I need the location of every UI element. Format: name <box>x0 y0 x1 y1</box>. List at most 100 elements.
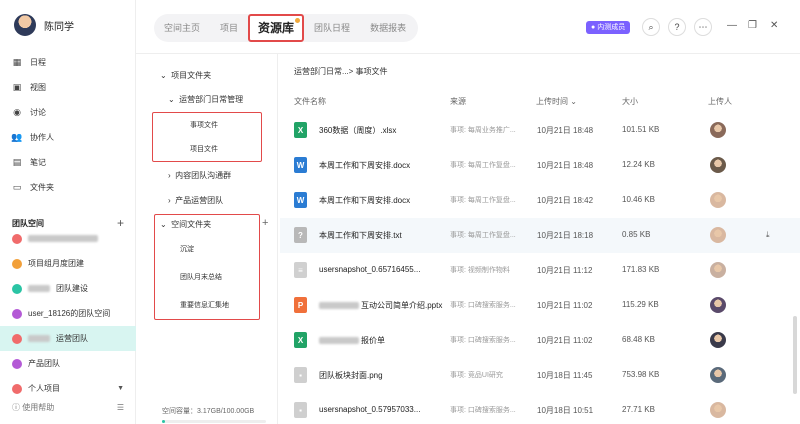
help-circle-icon[interactable]: ? <box>668 18 686 36</box>
file-name[interactable]: 360数据（周度）.xlsx <box>319 125 396 136</box>
file-name[interactable]: 本周工作和下周安排.docx <box>319 160 410 171</box>
file-source[interactable]: 事项: 每周工作复盘... <box>450 195 530 205</box>
tab-3[interactable]: 团队日程 <box>304 14 360 42</box>
sidebar-item-3[interactable]: 👥 协作人 <box>0 125 136 150</box>
file-name[interactable]: usersnapshot_0.65716455... <box>319 265 420 274</box>
search-icon[interactable]: ⌕ <box>642 18 660 36</box>
storage-bar-fill <box>162 420 166 423</box>
redacted-text <box>319 302 359 310</box>
file-upload-time: 10月21日 18:48 <box>537 126 594 135</box>
tab-4[interactable]: 数据报表 <box>360 14 416 42</box>
file-upload-time: 10月21日 18:48 <box>537 161 594 170</box>
file-table: X 360数据（周度）.xlsx 事项: 每周业务推广... 10月21日 18:48… <box>280 113 800 424</box>
table-row[interactable]: W 本周工作和下周安排.docx 事项: 每周工作复盘... 10月21日 18:42… <box>280 183 800 218</box>
team-icon <box>12 283 22 294</box>
team-item[interactable]: 个人项目 ▼ <box>0 376 136 401</box>
file-name[interactable]: 本周工作和下周安排.docx <box>319 195 410 206</box>
redacted-text <box>28 235 98 242</box>
tree-label: 运营部门日常管理 <box>179 95 244 104</box>
team-item[interactable]: 产品团队 <box>0 351 136 376</box>
uploader-avatar <box>710 402 726 418</box>
add-folder-button[interactable]: + <box>262 217 268 229</box>
tree-matter-files[interactable]: 事项文件 <box>190 120 218 130</box>
file-name-label: 团队板块封面.png <box>319 371 383 380</box>
sidebar-item-2[interactable]: ◉ 讨论 <box>0 100 136 125</box>
file-pptx-icon: P <box>294 297 307 313</box>
col-upload-time[interactable]: 上传时间 ⌄ <box>536 96 577 107</box>
file-name[interactable]: 报价单 <box>319 335 385 346</box>
beta-member-badge[interactable]: ● 内测成员 <box>586 21 631 34</box>
tab-1[interactable]: 项目 <box>210 14 248 42</box>
uploader-avatar <box>710 262 726 278</box>
storage-capacity: 空间容量：3.17GB/100.00GB <box>162 408 255 415</box>
team-item[interactable]: 运营团队 <box>0 326 136 351</box>
minimize-icon[interactable]: — <box>727 20 737 31</box>
file-size: 171.83 KB <box>622 265 660 274</box>
tab-0[interactable]: 空间主页 <box>154 14 210 42</box>
file-name[interactable]: 本周工作和下周安排.txt <box>319 230 402 241</box>
file-name[interactable]: 团队板块封面.png <box>319 370 383 381</box>
user-profile[interactable]: 陈同学 <box>14 14 74 36</box>
download-icon[interactable]: ⤓ <box>766 230 770 240</box>
table-row[interactable]: W 本周工作和下周安排.docx 事项: 每周工作复盘... 10月21日 18:48… <box>280 148 800 183</box>
more-icon[interactable]: ⋯ <box>694 18 712 36</box>
table-row[interactable]: X 报价单 事项: 口碑搜索服务... 10月21日 11:02 68.48 KB <box>280 323 800 358</box>
file-source[interactable]: 事项: 口碑搜索服务... <box>450 300 530 310</box>
help-link[interactable]: ⓘ 使用帮助 <box>12 402 54 413</box>
sidebar-item-0[interactable]: ▦ 日程 <box>0 50 136 75</box>
file-upload-time: 10月21日 18:42 <box>537 196 594 205</box>
file-name[interactable]: 互动公司简单介绍.pptx <box>319 300 442 311</box>
file-name[interactable]: usersnapshot_0.57957033... <box>319 405 420 414</box>
file-upload-time: 10月21日 11:12 <box>537 266 593 275</box>
close-icon[interactable]: ✕ <box>770 20 778 31</box>
file-source[interactable]: 事项: 每周业务推广... <box>450 125 530 135</box>
team-item[interactable] <box>0 226 136 251</box>
menu-icon[interactable]: ☰ <box>117 403 124 412</box>
sidebar-item-5[interactable]: ▭ 文件夹 <box>0 175 136 200</box>
tree-project-files[interactable]: 项目文件 <box>190 144 218 154</box>
file-source[interactable]: 事项: 视频制作物料 <box>450 265 530 275</box>
file-source[interactable]: 事项: 口碑搜索服务... <box>450 335 530 345</box>
tab-bar: 空间主页 项目 资源库 团队日程 数据报表 <box>154 14 418 42</box>
avatar[interactable] <box>14 14 36 36</box>
sidebar-item-label: 视图 <box>30 83 46 92</box>
table-row[interactable]: ? 本周工作和下周安排.txt 事项: 每周工作复盘... 10月21日 18:18 0… <box>280 218 800 253</box>
file-source[interactable]: 事项: 每周工作复盘... <box>450 230 530 240</box>
team-item-label: 项目组月度团建 <box>28 259 84 268</box>
scrollbar[interactable] <box>793 316 797 394</box>
team-item[interactable]: user_18126的团队空间 <box>0 301 136 326</box>
sidebar-item-label: 日程 <box>30 58 46 67</box>
tree-precipitation[interactable]: 沉淀 <box>180 244 194 254</box>
file-source[interactable]: 事项: 竞品UI研究 <box>450 370 530 380</box>
breadcrumb[interactable]: 运营部门日常...> 事项文件 <box>294 66 388 77</box>
tree-label: 产品运营团队 <box>175 196 224 205</box>
table-row[interactable]: X 360数据（周度）.xlsx 事项: 每周业务推广... 10月21日 18:48… <box>280 113 800 148</box>
tree-space-folder[interactable]: ⌄ 空间文件夹 <box>160 219 211 230</box>
user-name: 陈同学 <box>44 21 74 33</box>
tab-2[interactable]: 资源库 <box>248 14 305 42</box>
file-upload-time: 10月21日 11:02 <box>537 301 593 310</box>
tree-content-group[interactable]: › 内容团队沟通群 <box>168 170 231 181</box>
caret-down-icon[interactable]: ▼ <box>117 385 124 392</box>
sidebar-item-4[interactable]: ▤ 笔记 <box>0 150 136 175</box>
table-row[interactable]: ▪ 团队板块封面.png 事项: 竞品UI研究 10月18日 11:45 753.98 … <box>280 358 800 393</box>
chevron-down-icon: ⌄ <box>160 220 167 229</box>
tree-project-folder[interactable]: ⌄ 项目文件夹 <box>160 70 211 81</box>
restore-icon[interactable]: ❐ <box>748 20 757 31</box>
team-item[interactable]: 团队建设 <box>0 276 136 301</box>
help-bar: ⓘ 使用帮助 ☰ <box>12 402 124 413</box>
uploader-avatar <box>710 297 726 313</box>
team-item[interactable]: 项目组月度团建 <box>0 251 136 276</box>
sidebar-item-1[interactable]: ▣ 视图 <box>0 75 136 100</box>
table-row[interactable]: P 互动公司简单介绍.pptx 事项: 口碑搜索服务... 10月21日 11:02 1… <box>280 288 800 323</box>
tree-ops-management[interactable]: ⌄ 运营部门日常管理 <box>168 94 243 105</box>
file-source[interactable]: 事项: 口碑搜索服务... <box>450 405 530 415</box>
tree-important-info[interactable]: 重要信息汇集地 <box>180 300 229 310</box>
file-source[interactable]: 事项: 每周工作复盘... <box>450 160 530 170</box>
tree-product-ops[interactable]: › 产品运营团队 <box>168 195 223 206</box>
table-row[interactable]: ≡ usersnapshot_0.65716455... 事项: 视频制作物料 10月… <box>280 253 800 288</box>
member-icon: ● <box>591 24 596 31</box>
table-row[interactable]: ▪ usersnapshot_0.57957033... 事项: 口碑搜索服务...… <box>280 393 800 424</box>
team-icon <box>12 258 22 269</box>
tree-monthly-summary[interactable]: 团队月末总结 <box>180 272 222 282</box>
